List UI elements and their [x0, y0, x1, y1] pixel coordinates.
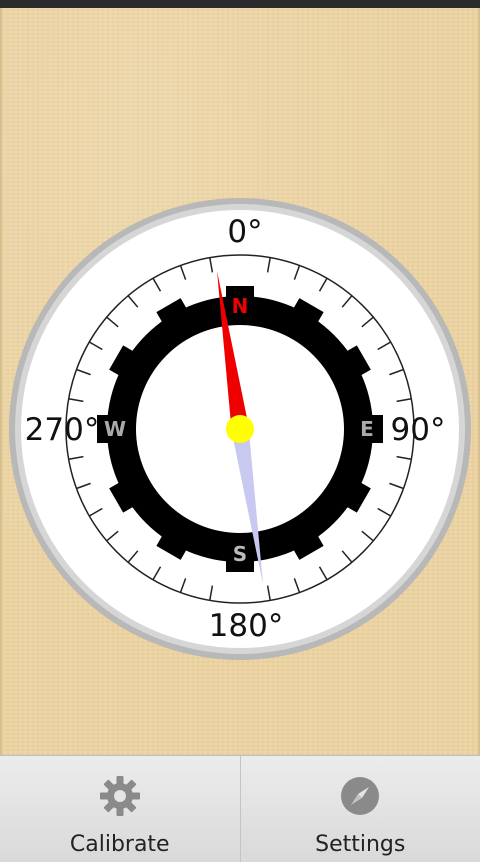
compass-icon [338, 774, 382, 818]
cardinal-east: E [360, 417, 374, 441]
compass-widget: 0° 90° 180° 270° N E S W [0, 0, 480, 861]
degree-label-east: 90° [391, 412, 446, 448]
calibrate-button[interactable]: Calibrate [0, 756, 240, 862]
gear-icon [98, 774, 142, 818]
cardinal-south: S [233, 542, 247, 566]
settings-button[interactable]: Settings [240, 756, 480, 862]
cardinal-north: N [232, 294, 249, 318]
calibrate-label: Calibrate [70, 832, 170, 857]
settings-label: Settings [315, 832, 405, 857]
degree-label-west: 270° [25, 412, 100, 448]
cardinal-west: W [104, 417, 126, 441]
bottom-action-bar: Calibrate Settings [0, 755, 480, 862]
degree-label-south: 180° [209, 608, 284, 644]
needle-pivot [226, 415, 254, 443]
degree-label-north: 0° [227, 214, 262, 250]
